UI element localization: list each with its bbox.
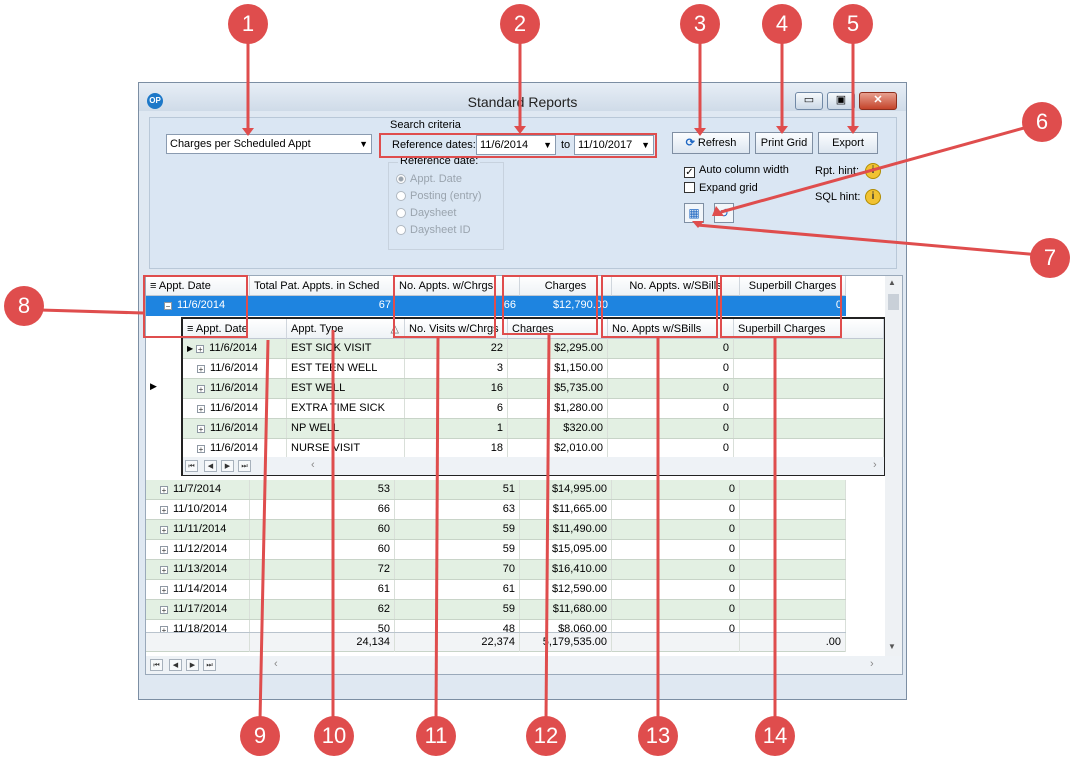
callout-10: 10 [314, 716, 354, 756]
callout-1: 1 [228, 4, 268, 44]
callout-8: 8 [4, 286, 44, 326]
callout-14: 14 [755, 716, 795, 756]
callout-9: 9 [240, 716, 280, 756]
callout-2: 2 [500, 4, 540, 44]
callout-4: 4 [762, 4, 802, 44]
callout-3: 3 [680, 4, 720, 44]
callout-6: 6 [1022, 102, 1062, 142]
callout-7: 7 [1030, 238, 1070, 278]
callout-11: 11 [416, 716, 456, 756]
callout-5: 5 [833, 4, 873, 44]
callout-13: 13 [638, 716, 678, 756]
callout-12: 12 [526, 716, 566, 756]
callout-lines [39, 40, 1043, 721]
